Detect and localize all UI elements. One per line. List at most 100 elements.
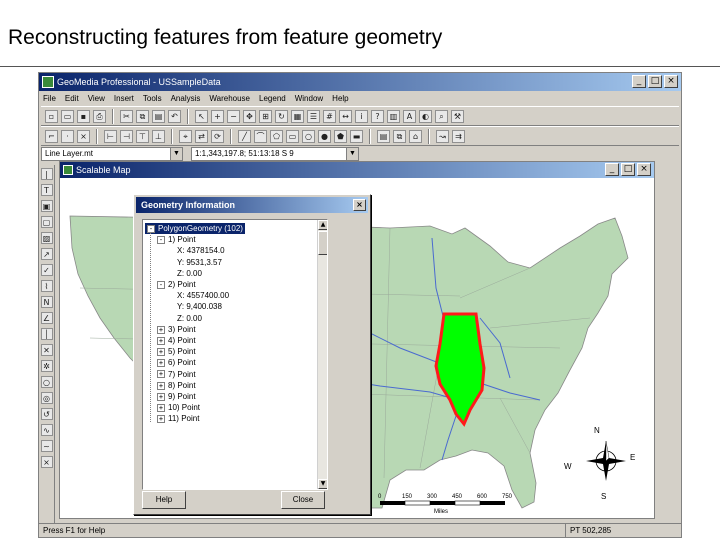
offset-icon[interactable]: ⇉ bbox=[452, 129, 465, 143]
hatch-icon[interactable]: ▨ bbox=[40, 232, 53, 244]
image-icon[interactable]: ▣ bbox=[40, 200, 53, 212]
tree-item[interactable]: +9) Point bbox=[157, 391, 196, 402]
zoom-out-icon[interactable]: − bbox=[227, 109, 240, 123]
draw-point-icon[interactable]: ● bbox=[318, 129, 331, 143]
check-icon[interactable]: ✓ bbox=[40, 264, 53, 276]
scale-select[interactable]: 1:1,343,197.8; 51:13:18 S 9 ▼ bbox=[191, 147, 359, 161]
draw-rect-icon[interactable]: ▭ bbox=[286, 129, 299, 143]
tree-item[interactable]: Y: 9,400.038 bbox=[177, 301, 222, 312]
menu-warehouse[interactable]: Warehouse bbox=[209, 92, 250, 106]
expand-icon[interactable]: + bbox=[157, 415, 165, 424]
info-icon[interactable]: i bbox=[355, 109, 368, 123]
loop-icon[interactable]: ↺ bbox=[40, 408, 53, 420]
minimize-icon[interactable]: _ bbox=[632, 75, 646, 88]
find-icon[interactable]: ⌕ bbox=[435, 109, 448, 123]
tree-item[interactable]: +5) Point bbox=[157, 346, 196, 357]
dialog-titlebar[interactable]: Geometry Information × bbox=[136, 197, 368, 213]
expand-icon[interactable]: + bbox=[157, 404, 165, 413]
help-button[interactable]: Help bbox=[142, 491, 186, 509]
snap-icon[interactable]: ⌖ bbox=[179, 129, 192, 143]
save-icon[interactable]: ▪ bbox=[77, 109, 90, 123]
maximize-icon[interactable]: □ bbox=[648, 75, 662, 88]
menu-edit[interactable]: Edit bbox=[65, 92, 79, 106]
tree-item[interactable]: - PolygonGeometry (102) bbox=[145, 223, 245, 234]
arrow-icon[interactable]: ↗ bbox=[40, 248, 53, 260]
polyline-icon[interactable]: ⌇ bbox=[40, 280, 53, 292]
vertex-icon[interactable]: ⌐ bbox=[45, 129, 58, 143]
menu-tools[interactable]: Tools bbox=[143, 92, 162, 106]
tree-item[interactable]: +3) Point bbox=[157, 324, 196, 335]
multiply-icon[interactable]: × bbox=[40, 456, 53, 468]
place-icon[interactable]: ⌂ bbox=[409, 129, 422, 143]
grid-icon[interactable]: # bbox=[323, 109, 336, 123]
close-button[interactable]: Close bbox=[281, 491, 325, 509]
delete-icon[interactable]: × bbox=[77, 129, 90, 143]
layer-select[interactable]: Line Layer.mt ▼ bbox=[41, 147, 183, 161]
collapse-icon[interactable]: - bbox=[157, 236, 165, 245]
chevron-down-icon[interactable]: ▼ bbox=[170, 148, 182, 160]
merge-icon[interactable]: ⊣ bbox=[120, 129, 133, 143]
angle-icon[interactable]: ∠ bbox=[40, 312, 53, 324]
tree-item[interactable]: +4) Point bbox=[157, 335, 196, 346]
close-icon[interactable]: × bbox=[637, 163, 651, 176]
trim-icon[interactable]: ⊥ bbox=[152, 129, 165, 143]
refresh-icon[interactable]: ↻ bbox=[275, 109, 288, 123]
target-icon[interactable]: ◎ bbox=[40, 392, 53, 404]
circle-icon[interactable]: ○ bbox=[40, 376, 53, 388]
attribute-icon[interactable]: ▤ bbox=[377, 129, 390, 143]
expand-icon[interactable]: + bbox=[157, 348, 165, 357]
bar-icon[interactable]: ▬ bbox=[350, 129, 363, 143]
rotate-icon[interactable]: ⟳ bbox=[211, 129, 224, 143]
close-icon[interactable]: × bbox=[664, 75, 678, 88]
select-tool-icon[interactable]: | bbox=[40, 168, 53, 180]
draw-line-icon[interactable]: ╱ bbox=[238, 129, 251, 143]
undo-icon[interactable]: ↶ bbox=[168, 109, 181, 123]
move-icon[interactable]: ⇄ bbox=[195, 129, 208, 143]
map-window-titlebar[interactable]: Scalable Map _ □ × bbox=[60, 162, 654, 178]
menu-view[interactable]: View bbox=[88, 92, 105, 106]
cut-icon[interactable]: ✂ bbox=[120, 109, 133, 123]
collapse-icon[interactable]: - bbox=[157, 280, 165, 289]
menu-help[interactable]: Help bbox=[332, 92, 348, 106]
style-icon[interactable]: ◐ bbox=[419, 109, 432, 123]
tree-item[interactable]: -2) Point bbox=[157, 279, 196, 290]
geometry-tree[interactable]: ▲ ▼ - PolygonGeometry (102) -1) Point X: 43… bbox=[142, 219, 328, 490]
tree-item[interactable]: Y: 9531,3.57 bbox=[177, 257, 222, 268]
select-icon[interactable]: ↖ bbox=[195, 109, 208, 123]
line-icon[interactable]: │ bbox=[40, 328, 53, 340]
trace-icon[interactable]: ↝ bbox=[436, 129, 449, 143]
draw-poly-icon[interactable]: ⬠ bbox=[270, 129, 283, 143]
open-icon[interactable]: ▭ bbox=[61, 109, 74, 123]
tree-item[interactable]: -1) Point bbox=[157, 234, 196, 245]
draw-arc-icon[interactable]: ⌒ bbox=[254, 129, 267, 143]
menu-window[interactable]: Window bbox=[295, 92, 323, 106]
tree-item[interactable]: +8) Point bbox=[157, 380, 196, 391]
collapse-icon[interactable]: - bbox=[147, 224, 155, 233]
tree-item[interactable]: +11) Point bbox=[157, 413, 199, 424]
chevron-down-icon[interactable]: ▼ bbox=[346, 148, 358, 160]
curve-icon[interactable]: ∿ bbox=[40, 424, 53, 436]
tree-item[interactable]: X: 4557400.00 bbox=[177, 290, 229, 301]
close-icon[interactable]: × bbox=[353, 199, 366, 211]
copy-icon[interactable]: ⧉ bbox=[136, 109, 149, 123]
pan-icon[interactable]: ✥ bbox=[243, 109, 256, 123]
tree-item[interactable]: X: 4378154.0 bbox=[177, 245, 225, 256]
paste-icon[interactable]: ▤ bbox=[152, 109, 165, 123]
table-icon[interactable]: ▥ bbox=[387, 109, 400, 123]
tree-item[interactable]: Z: 0.00 bbox=[177, 313, 202, 324]
tree-item[interactable]: +7) Point bbox=[157, 369, 196, 380]
frame-icon[interactable]: ▢ bbox=[40, 216, 53, 228]
tools-icon[interactable]: ⚒ bbox=[451, 109, 464, 123]
tree-item[interactable]: +6) Point bbox=[157, 357, 196, 368]
expand-icon[interactable]: + bbox=[157, 325, 165, 334]
expand-icon[interactable]: + bbox=[157, 392, 165, 401]
measure-icon[interactable]: ↔ bbox=[339, 109, 352, 123]
query-icon[interactable]: ? bbox=[371, 109, 384, 123]
tree-item[interactable]: Z: 0.00 bbox=[177, 268, 202, 279]
expand-icon[interactable]: + bbox=[157, 381, 165, 390]
maximize-icon[interactable]: □ bbox=[621, 163, 635, 176]
star-icon[interactable]: ✲ bbox=[40, 360, 53, 372]
tree-scrollbar[interactable]: ▲ ▼ bbox=[317, 220, 327, 489]
n-icon[interactable]: N bbox=[40, 296, 53, 308]
print-icon[interactable]: ⎙ bbox=[93, 109, 106, 123]
